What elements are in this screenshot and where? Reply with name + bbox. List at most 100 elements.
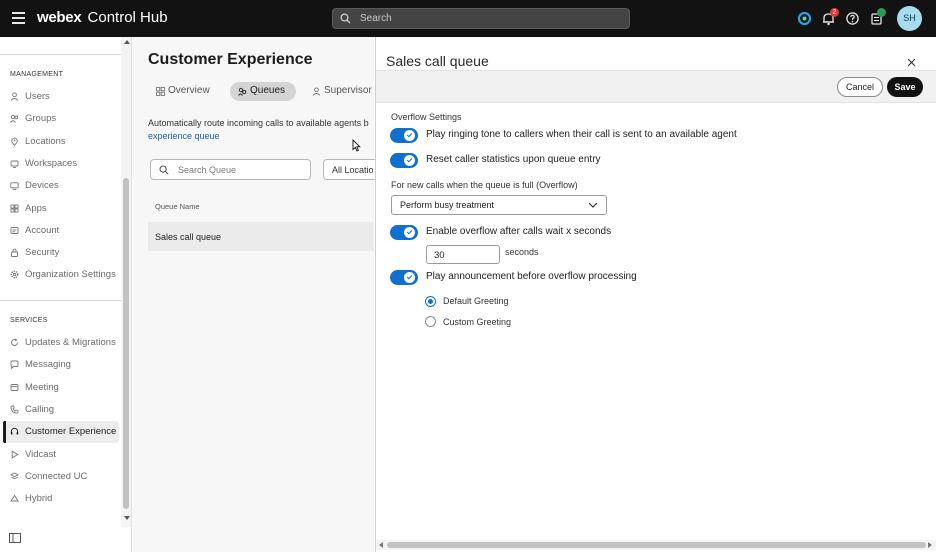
queue-icon xyxy=(238,87,247,96)
device-icon xyxy=(10,182,19,190)
search-icon xyxy=(340,13,351,24)
toggle-knob xyxy=(404,227,415,238)
global-search[interactable] xyxy=(332,8,630,29)
user-avatar[interactable]: SH xyxy=(897,6,922,31)
user-icon xyxy=(10,92,19,101)
ringing-tone-label: Play ringing tone to callers when their … xyxy=(426,129,737,140)
sidebar-item-meeting[interactable]: Meeting xyxy=(3,377,119,399)
location-filter-dropdown[interactable]: All Locatio xyxy=(323,159,383,180)
help-icon[interactable] xyxy=(845,11,860,26)
custom-greeting-radio[interactable] xyxy=(425,316,436,327)
scroll-down-arrow-icon[interactable] xyxy=(124,516,130,520)
sidebar-item-calling[interactable]: Calling xyxy=(3,399,119,421)
sidebar-item-label: Workspaces xyxy=(25,158,78,169)
sidebar-item-label: Apps xyxy=(25,203,47,214)
sidebar-item-label: Security xyxy=(25,247,60,258)
brand-product-name: Control Hub xyxy=(87,9,168,26)
wait-seconds-input[interactable] xyxy=(434,249,494,261)
close-icon[interactable] xyxy=(907,58,916,67)
supervisor-icon xyxy=(312,87,321,96)
sidebar-item-customer-experience[interactable]: Customer Experience xyxy=(3,421,119,443)
account-icon xyxy=(10,227,19,234)
webex-assistant-icon[interactable] xyxy=(797,11,812,26)
sidebar-item-label: Groups xyxy=(25,113,57,124)
groups-icon xyxy=(10,114,19,123)
tab-overview[interactable]: Overview xyxy=(148,82,220,101)
sidebar-item-apps[interactable]: Apps xyxy=(3,198,119,220)
description-text: Automatically route incoming calls to av… xyxy=(148,118,369,128)
sidebar-item-security[interactable]: Security xyxy=(3,242,119,264)
queue-search[interactable] xyxy=(150,159,311,180)
sidebar-item-updates-migrations[interactable]: Updates & Migrations xyxy=(3,332,119,354)
hamburger-menu-icon[interactable] xyxy=(12,12,25,25)
sidebar-item-label: Messaging xyxy=(25,359,71,370)
wait-seconds-field[interactable] xyxy=(426,245,500,264)
enable-overflow-toggle[interactable] xyxy=(390,225,418,240)
collapse-sidebar-icon[interactable] xyxy=(9,533,21,543)
tab-supervisor[interactable]: Supervisor xyxy=(304,82,374,101)
save-button[interactable]: Save xyxy=(887,77,923,97)
wait-seconds-unit: seconds xyxy=(505,247,539,257)
sidebar-item-connected-uc[interactable]: Connected UC xyxy=(3,466,119,488)
search-icon xyxy=(159,165,169,175)
sidebar-item-label: Meeting xyxy=(25,382,59,393)
reset-statistics-toggle[interactable] xyxy=(390,153,418,168)
sidebar-item-label: Locations xyxy=(25,136,66,147)
sidebar-navigation: MANAGEMENT Users Groups Locations Worksp… xyxy=(0,37,132,552)
overflow-settings-heading: Overflow Settings xyxy=(391,112,462,122)
play-icon xyxy=(11,450,19,459)
toggle-knob xyxy=(404,272,415,283)
top-navigation-bar: webex Control Hub 2 SH xyxy=(0,0,936,37)
scroll-left-arrow-icon[interactable] xyxy=(379,542,383,548)
sidebar-item-account[interactable]: Account xyxy=(3,220,119,242)
sidebar-item-workspaces[interactable]: Workspaces xyxy=(3,153,119,175)
default-greeting-radio[interactable] xyxy=(425,296,436,307)
announcement-toggle[interactable] xyxy=(390,270,418,285)
sidebar-item-users[interactable]: Users xyxy=(3,86,119,108)
sidebar-scroll-thumb[interactable] xyxy=(123,178,129,509)
sidebar-item-messaging[interactable]: Messaging xyxy=(3,354,119,376)
sidebar-item-label: Vidcast xyxy=(25,449,56,460)
sidebar-scrollbar[interactable] xyxy=(121,37,131,527)
status-check-badge xyxy=(877,8,886,17)
overflow-action-dropdown[interactable]: Perform busy treatment xyxy=(391,195,607,215)
sidebar-item-devices[interactable]: Devices xyxy=(3,175,119,197)
scroll-up-arrow-icon[interactable] xyxy=(124,40,130,44)
queue-settings-panel: Sales call queue Cancel Save Overflow Se… xyxy=(375,37,936,552)
tab-label: Queues xyxy=(250,85,286,96)
sidebar-item-locations[interactable]: Locations xyxy=(3,131,119,153)
tab-queues[interactable]: Queues xyxy=(230,82,296,101)
meeting-icon xyxy=(10,384,19,391)
global-search-input[interactable] xyxy=(360,11,620,26)
toggle-knob xyxy=(404,155,415,166)
sidebar-divider xyxy=(0,300,121,301)
queue-search-input[interactable] xyxy=(178,163,303,176)
gear-icon xyxy=(10,270,19,279)
sidebar-item-vidcast[interactable]: Vidcast xyxy=(3,444,119,466)
mouse-pointer-icon xyxy=(352,139,361,152)
panel-action-bar: Cancel Save xyxy=(376,70,936,103)
column-header-queue-name[interactable]: Queue Name xyxy=(155,202,200,211)
table-row[interactable]: Sales call queue xyxy=(148,222,374,251)
page-title: Customer Experience xyxy=(148,51,313,68)
sidebar-item-label: Connected UC xyxy=(25,471,88,482)
sidebar-item-groups[interactable]: Groups xyxy=(3,108,119,130)
sidebar-item-label: Organization Settings xyxy=(25,269,116,280)
tab-label: Overview xyxy=(168,85,210,96)
sidebar-item-label: Devices xyxy=(25,180,59,191)
description-link[interactable]: experience queue xyxy=(148,131,220,141)
apps-grid-icon xyxy=(10,204,19,213)
panel-title: Sales call queue xyxy=(386,53,489,69)
sidebar-item-hybrid[interactable]: Hybrid xyxy=(3,488,119,510)
sidebar-item-label: Users xyxy=(25,91,50,102)
panel-scroll-thumb[interactable] xyxy=(387,542,926,548)
management-section-header: MANAGEMENT xyxy=(10,71,64,78)
ringing-tone-toggle[interactable] xyxy=(390,128,418,143)
cloud-icon xyxy=(10,494,19,502)
panel-horizontal-scrollbar[interactable] xyxy=(376,540,936,550)
queue-name-cell: Sales call queue xyxy=(155,232,222,242)
cancel-button[interactable]: Cancel xyxy=(837,77,883,97)
scroll-right-arrow-icon[interactable] xyxy=(928,542,932,548)
sidebar-divider xyxy=(0,54,121,55)
sidebar-item-organization-settings[interactable]: Organization Settings xyxy=(3,264,119,286)
